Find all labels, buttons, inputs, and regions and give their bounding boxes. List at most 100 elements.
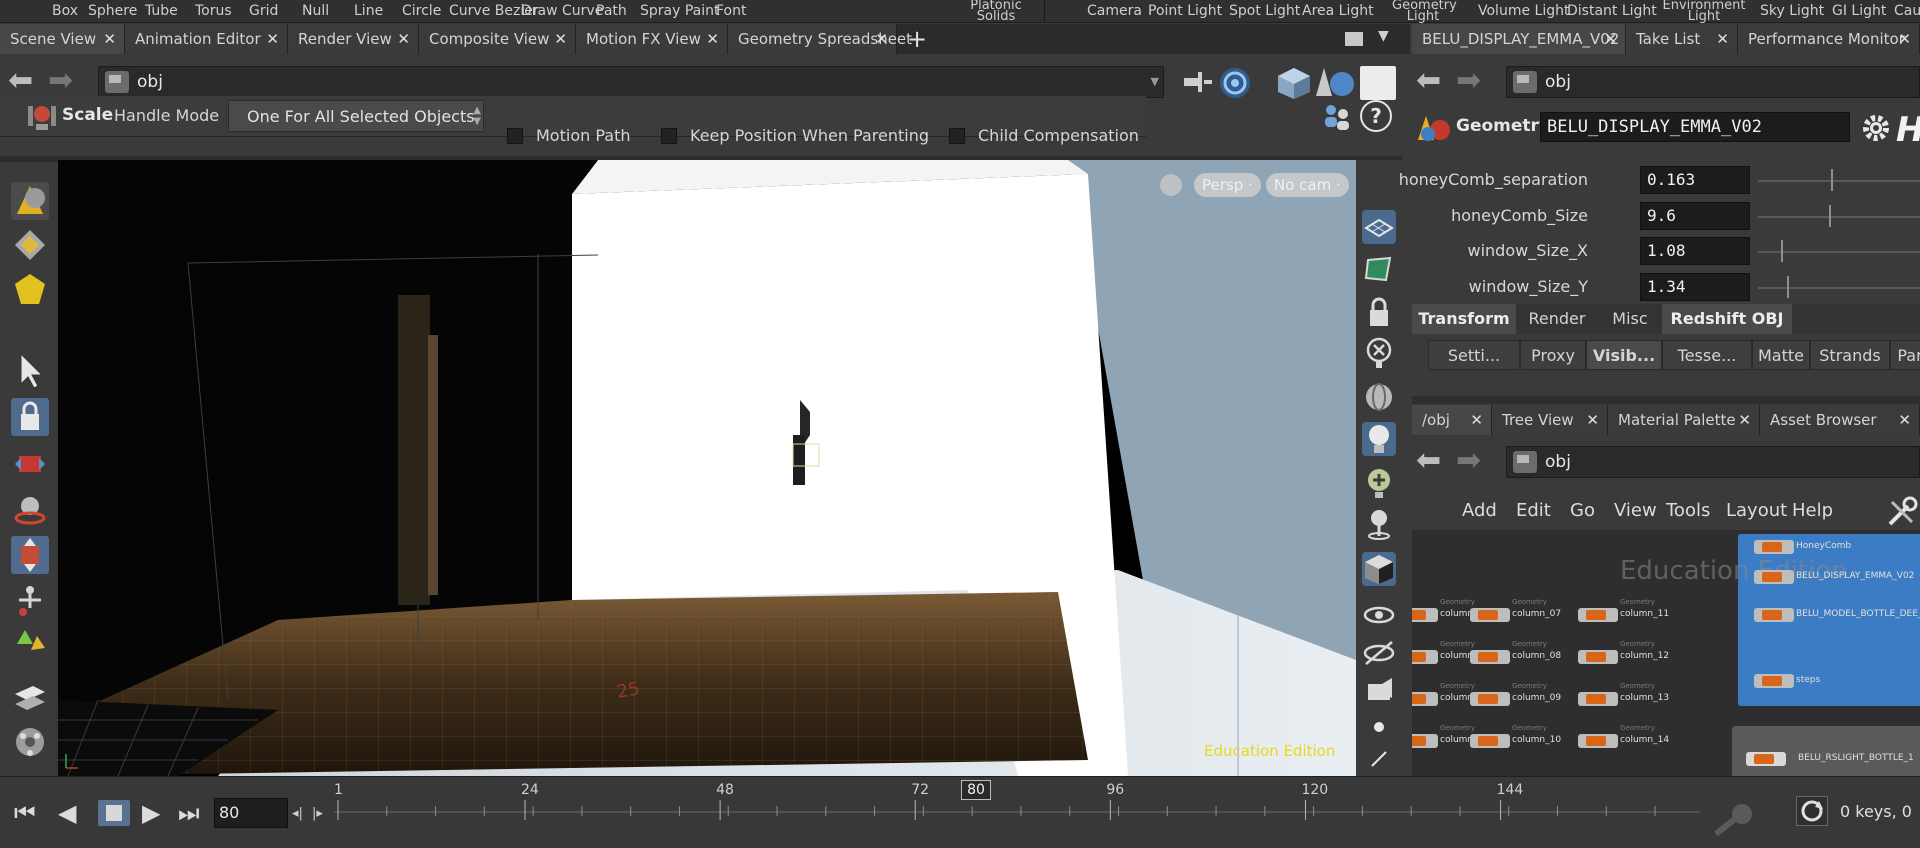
shelf-tool-platonic[interactable]: PlatonicSolids <box>950 0 1042 22</box>
tab-performance-monitor[interactable]: Performance Monitor✕ <box>1738 24 1920 54</box>
scene-viewport[interactable]: 25 Persp · No cam · Education Edition <box>58 160 1356 776</box>
node-body[interactable] <box>1754 570 1794 584</box>
shelf-environment-light[interactable]: EnvironmentLight <box>1660 0 1748 22</box>
shelf-light[interactable]: Spot Light <box>1229 0 1300 22</box>
tab-geometry-spreadsheet[interactable]: Geometry Spreadsheet✕ <box>728 24 897 54</box>
pin-icon[interactable] <box>1180 68 1214 96</box>
param-subtab[interactable]: Setti... <box>1428 340 1520 370</box>
lock-select-icon[interactable] <box>11 398 49 436</box>
close-icon[interactable]: ✕ <box>706 24 719 54</box>
path-dropdown-icon[interactable]: ▼ <box>1151 67 1159 97</box>
back-arrow-icon[interactable]: ⬅ <box>1416 66 1441 96</box>
tab-render-view[interactable]: Render View✕ <box>288 24 419 54</box>
network-box-light[interactable] <box>1732 726 1920 776</box>
scale-tool-icon[interactable] <box>24 100 60 132</box>
add-tab-icon[interactable]: + <box>907 24 927 54</box>
tab-belu-display-emma-v02[interactable]: BELU_DISPLAY_EMMA_V02✕ <box>1412 24 1626 54</box>
close-icon[interactable]: ✕ <box>1898 405 1911 435</box>
light-link-icon[interactable] <box>1362 506 1396 540</box>
forward-arrow-icon[interactable]: ➡ <box>1456 446 1481 476</box>
tab-material-palette[interactable]: Material Palette✕ <box>1608 405 1760 435</box>
child-compensation-checkbox[interactable] <box>949 128 965 144</box>
param-slider-track[interactable] <box>1758 216 1920 218</box>
ghost-geometry-icon[interactable] <box>1362 380 1396 414</box>
param-tab[interactable]: Render <box>1516 304 1598 334</box>
pen-icon[interactable] <box>1362 740 1396 774</box>
node-body[interactable] <box>1578 608 1618 622</box>
node-body[interactable] <box>1470 692 1510 706</box>
select-points-icon[interactable] <box>11 226 49 264</box>
tab-scene-view[interactable]: Scene View✕ <box>0 24 125 54</box>
shelf-light[interactable]: Area Light <box>1302 0 1374 22</box>
shelf-tool[interactable]: Spray Paint <box>640 0 720 22</box>
stop-button[interactable] <box>98 800 130 826</box>
tab-asset-browser[interactable]: Asset Browser✕ <box>1760 405 1920 435</box>
shelf-tool[interactable]: Circle <box>402 0 441 22</box>
forward-arrow-icon[interactable]: ➡ <box>48 66 73 96</box>
node-body[interactable] <box>1754 540 1794 554</box>
gear-icon[interactable] <box>1858 112 1894 144</box>
param-value-field[interactable]: 0.163 <box>1640 166 1750 194</box>
close-icon[interactable]: ✕ <box>875 24 888 54</box>
node-body[interactable] <box>1578 692 1618 706</box>
forward-arrow-icon[interactable]: ➡ <box>1456 66 1481 96</box>
pane-menu-icon[interactable]: ▼ <box>1378 28 1389 44</box>
network-menu-item[interactable]: Edit <box>1516 500 1551 521</box>
node-body[interactable] <box>1578 734 1618 748</box>
tab-animation-editor[interactable]: Animation Editor✕ <box>125 24 288 54</box>
shading-objects-icon[interactable] <box>1314 66 1356 100</box>
shaded-cube-icon[interactable] <box>1362 552 1396 586</box>
tab-tree-view[interactable]: Tree View✕ <box>1492 405 1608 435</box>
param-slider-track[interactable] <box>1758 287 1920 289</box>
shelf-tool[interactable]: Draw Curve <box>521 0 603 22</box>
param-subtab[interactable]: Tesse... <box>1662 340 1752 370</box>
shelf-geometry-light[interactable]: GeometryLight <box>1392 0 1454 22</box>
shelf-tool[interactable]: Path <box>596 0 627 22</box>
param-value-field[interactable]: 9.6 <box>1640 202 1750 230</box>
select-object-icon[interactable] <box>11 182 49 220</box>
shelf-light[interactable]: Distant Light <box>1567 0 1657 22</box>
node-name-field[interactable]: BELU_DISPLAY_EMMA_V02 <box>1540 112 1850 142</box>
step-back-icon[interactable]: ◀ <box>58 801 76 825</box>
visibility-eye-icon[interactable] <box>1362 598 1396 632</box>
node-body[interactable] <box>1470 734 1510 748</box>
shelf-light[interactable]: GI Light <box>1832 0 1886 22</box>
param-subtab[interactable]: Strands <box>1810 340 1890 370</box>
param-tab[interactable]: Redshift OBJ <box>1662 304 1792 334</box>
back-arrow-icon[interactable]: ⬅ <box>1416 446 1441 476</box>
view-tool-icon[interactable] <box>11 678 49 716</box>
cube-icon[interactable] <box>1276 66 1312 100</box>
current-frame-marker[interactable]: 80 <box>961 780 991 800</box>
shelf-tool[interactable]: Line <box>354 0 383 22</box>
frame-step-icon[interactable]: ◂| <box>292 806 303 821</box>
param-tab[interactable]: Misc <box>1598 304 1662 334</box>
shelf-light[interactable]: Cau <box>1894 0 1920 22</box>
users-icon[interactable] <box>1322 100 1352 132</box>
close-icon[interactable]: ✕ <box>1716 24 1729 54</box>
help-icon[interactable]: ? <box>1360 100 1392 132</box>
pane-splitter[interactable] <box>1412 396 1920 404</box>
param-slider-knob[interactable] <box>1829 205 1831 227</box>
template-eye-icon[interactable] <box>1362 636 1396 670</box>
param-subtab[interactable]: Par <box>1890 340 1920 370</box>
network-menu-item[interactable]: Tools <box>1666 500 1710 521</box>
node-body[interactable] <box>1412 692 1438 706</box>
persp-menu[interactable]: Persp · <box>1194 173 1261 197</box>
network-menu-item[interactable]: Go <box>1570 500 1595 521</box>
headlight-icon[interactable] <box>1362 422 1396 456</box>
back-arrow-icon[interactable]: ⬅ <box>8 66 33 96</box>
network-editor[interactable]: Education Edition Geometrycolumn_03Geome… <box>1412 530 1920 776</box>
display-options-icon[interactable] <box>1218 66 1252 100</box>
shelf-light[interactable]: Sky Light <box>1760 0 1824 22</box>
tab-take-list[interactable]: Take List✕ <box>1626 24 1738 54</box>
close-icon[interactable]: ✕ <box>1898 24 1911 54</box>
add-light-icon[interactable] <box>1362 466 1396 500</box>
tab--obj[interactable]: /obj✕ <box>1412 405 1492 435</box>
light-node-body[interactable] <box>1746 752 1786 766</box>
remove-camera-icon[interactable] <box>1362 336 1396 370</box>
rotate-tool-icon[interactable] <box>11 490 49 528</box>
close-icon[interactable]: ✕ <box>1738 405 1751 435</box>
frame-step-forward-icon[interactable]: |▸ <box>312 806 323 821</box>
node-body[interactable] <box>1470 650 1510 664</box>
network-path-field[interactable]: obj <box>1506 446 1920 478</box>
